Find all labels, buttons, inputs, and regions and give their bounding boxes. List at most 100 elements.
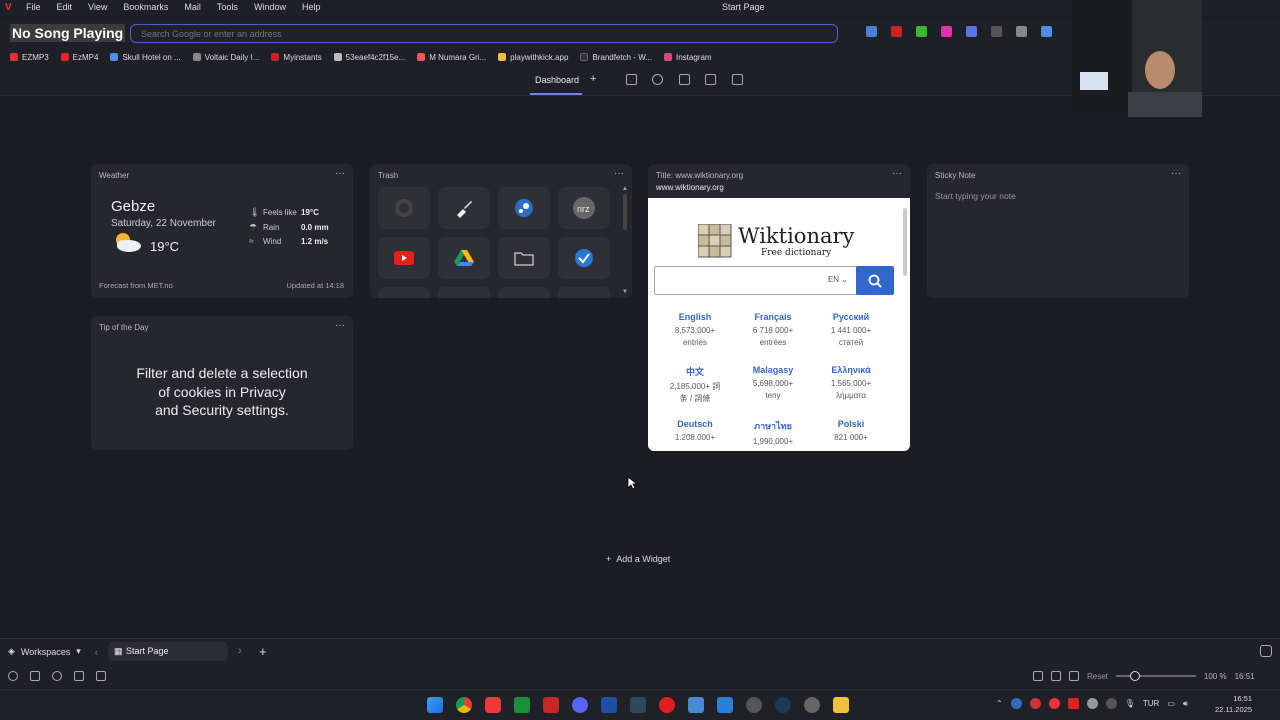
bookmark-item[interactable]: EZMP3: [10, 53, 49, 62]
app-dark-icon[interactable]: [630, 697, 646, 713]
zoom-slider-handle[interactable]: [1129, 671, 1140, 681]
folder-tile[interactable]: [498, 237, 550, 279]
menu-file[interactable]: File: [26, 2, 41, 12]
gray-tray-icon[interactable]: [1086, 698, 1098, 709]
wiktionary-frame[interactable]: Wiktionary Free dictionary EN ⌄ English 8…: [648, 198, 910, 451]
app-mail-icon[interactable]: [717, 697, 733, 713]
discord-icon[interactable]: [572, 697, 588, 713]
language-link[interactable]: 中文 2,185,000+ 詞条 / 詞條: [655, 365, 735, 405]
menu-window[interactable]: Window: [254, 2, 286, 12]
tray-expand-icon[interactable]: ⌃: [996, 699, 1003, 708]
app-blue-icon[interactable]: [601, 697, 617, 713]
chevron-right-icon[interactable]: ›: [238, 645, 242, 657]
language-indicator[interactable]: TUR: [1143, 699, 1159, 708]
bookmark-item[interactable]: playwithkick.app: [498, 53, 568, 62]
address-field[interactable]: [130, 24, 838, 43]
scroll-up-arrow-icon[interactable]: ▲: [622, 186, 628, 192]
app-outline-icon[interactable]: [804, 697, 820, 713]
network-icon[interactable]: ▭: [1167, 699, 1175, 708]
menu-view[interactable]: View: [88, 2, 107, 12]
app-window-icon[interactable]: [688, 697, 704, 713]
volume-icon[interactable]: 🔊︎: [1183, 699, 1188, 709]
blue-extension-icon[interactable]: [966, 26, 977, 37]
app-red-circle-icon[interactable]: [659, 697, 675, 713]
sticky-menu-button[interactable]: ···: [1171, 168, 1181, 179]
translate-extension-icon[interactable]: [866, 26, 877, 37]
bookmark-item[interactable]: Myinstants: [271, 53, 322, 62]
pink-extension-icon[interactable]: [941, 26, 952, 37]
chrome-icon[interactable]: [456, 697, 472, 713]
app-dark-tray-icon[interactable]: [1105, 698, 1117, 709]
language-link[interactable]: Français 6 718 000+ entrées: [733, 312, 813, 349]
youtube-tile[interactable]: [378, 237, 430, 279]
vivaldi-icon[interactable]: [485, 697, 501, 713]
bookmark-item[interactable]: Instagram: [663, 53, 712, 62]
sticky-note-input[interactable]: Start typing your note: [935, 191, 1016, 201]
gray-extension-icon[interactable]: [991, 26, 1002, 37]
panel-toggle-icon[interactable]: [30, 671, 40, 681]
language-link[interactable]: Deutsch 1.208.000+: [655, 419, 735, 444]
webpage-menu-button[interactable]: ···: [892, 168, 902, 179]
bookmark-item[interactable]: Voltaic Daily I...: [192, 53, 259, 62]
language-link[interactable]: Polski 821 000+: [811, 419, 891, 444]
bookmark-item[interactable]: 53eaef4c2f15e...: [333, 53, 405, 62]
tile[interactable]: [438, 287, 490, 298]
bookmark-item[interactable]: Skull Hotel on ...: [110, 53, 181, 62]
red-tray-icon[interactable]: [1048, 698, 1060, 709]
chevron-left-icon[interactable]: ‹: [95, 647, 98, 657]
address-input[interactable]: [141, 27, 821, 40]
bookmark-item[interactable]: Brandfetch - W...: [580, 53, 652, 62]
mail-status-icon[interactable]: [74, 671, 84, 681]
calendar-status-icon[interactable]: [96, 671, 106, 681]
reading-list-tab-icon[interactable]: [679, 74, 690, 85]
vivaldi-logo-icon[interactable]: V: [5, 2, 16, 13]
tile[interactable]: [498, 287, 550, 298]
file-explorer-icon[interactable]: [833, 697, 849, 713]
menu-help[interactable]: Help: [302, 2, 321, 12]
todo-tile[interactable]: [558, 237, 610, 279]
workspaces-button[interactable]: ◈ Workspaces ▾ ‹: [8, 646, 98, 657]
app-gray-circle-icon[interactable]: [746, 697, 762, 713]
webpage-scrollbar[interactable]: [903, 208, 907, 276]
wiktionary-search-input[interactable]: EN ⌄: [654, 266, 859, 295]
windows-start-icon[interactable]: [427, 697, 443, 713]
language-select[interactable]: EN ⌄: [828, 275, 848, 284]
language-link[interactable]: English 8,573,000+ entries: [655, 312, 735, 349]
red-extension-icon[interactable]: [891, 26, 902, 37]
tab-dashboard[interactable]: Dashboard: [535, 75, 579, 85]
scroll-down-arrow-icon[interactable]: ▼: [622, 289, 628, 295]
trash-menu-button[interactable]: ···: [614, 168, 624, 179]
weather-menu-button[interactable]: ···: [335, 168, 345, 179]
app-tray-icon[interactable]: [1029, 698, 1041, 709]
tab-bar-toggle-icon[interactable]: [1260, 645, 1272, 657]
brush-tile[interactable]: [438, 187, 490, 229]
bookmark-item[interactable]: M Numara Gri...: [417, 53, 486, 62]
settings-icon[interactable]: [8, 671, 18, 681]
filezilla-icon[interactable]: [543, 697, 559, 713]
menu-mail[interactable]: Mail: [184, 2, 201, 12]
language-link[interactable]: ภาษาไทย 1,990,000+: [733, 419, 813, 448]
shield-extension-icon[interactable]: [916, 26, 927, 37]
language-link[interactable]: Malagasy 5,698,000+ teny: [733, 365, 813, 402]
github-tile[interactable]: [378, 187, 430, 229]
menu-bookmarks[interactable]: Bookmarks: [123, 2, 168, 12]
zoom-reset-button[interactable]: Reset: [1087, 672, 1108, 681]
zoom-slider[interactable]: [1115, 671, 1196, 681]
terminal-icon[interactable]: [514, 697, 530, 713]
tiling-icon[interactable]: [1051, 671, 1061, 681]
red-square-tray-icon[interactable]: [1067, 698, 1079, 709]
page-actions-icon[interactable]: [1069, 671, 1079, 681]
system-clock[interactable]: 16:51 22.11.2025: [1212, 693, 1252, 715]
calendar-tab-icon[interactable]: [705, 74, 716, 85]
tile[interactable]: [558, 287, 610, 298]
nrz-tile[interactable]: nrz: [558, 187, 610, 229]
language-link[interactable]: Ελληνικά 1.565.000+ λήμματα: [811, 365, 891, 402]
shield-blue-extension-icon[interactable]: [1041, 26, 1052, 37]
add-widget-button[interactable]: + Add a Widget: [606, 554, 670, 564]
trash-scrollbar[interactable]: [623, 194, 627, 230]
bookmark-item[interactable]: EzMP4: [60, 53, 98, 62]
steam-tile[interactable]: [498, 187, 550, 229]
sync-cloud-icon[interactable]: [52, 671, 62, 681]
history-tab-icon[interactable]: [652, 74, 663, 85]
mail-tab-icon[interactable]: [732, 74, 743, 85]
